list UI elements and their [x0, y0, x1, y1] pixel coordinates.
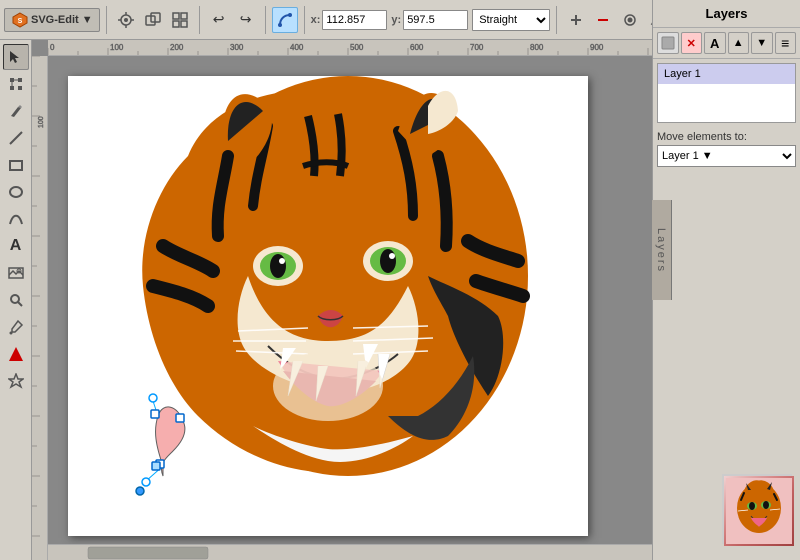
- thumbnail-image: [724, 476, 794, 546]
- eyedropper-tool-btn[interactable]: [3, 314, 29, 340]
- canvas-area: 0 100 200 300 400 500 600 700 800 900: [32, 40, 652, 560]
- thumbnail-svg: [726, 478, 792, 544]
- y-input[interactable]: [403, 10, 468, 30]
- ruler-left-svg: 100: [32, 56, 47, 560]
- x-label: x:: [311, 14, 321, 26]
- layer-move-down-btn[interactable]: ▼: [751, 32, 773, 54]
- toolbar-sep-5: [556, 6, 557, 34]
- svg-text:700: 700: [470, 43, 484, 52]
- right-panel: Layers ✕ A ▲ ▼ ≡ Layer 1 Move elements t…: [652, 0, 800, 560]
- tiger-artwork: [68, 76, 588, 536]
- move-elements-select[interactable]: Layer 1 ▼: [657, 145, 796, 167]
- layer-delete-btn[interactable]: ✕: [681, 32, 703, 54]
- toolbar-sep-2: [199, 6, 200, 34]
- path-tool-btn-left[interactable]: [3, 206, 29, 232]
- text-tool-btn[interactable]: A: [3, 233, 29, 259]
- rect-tool-btn[interactable]: [3, 152, 29, 178]
- horizontal-scrollbar[interactable]: [48, 544, 652, 560]
- ellipse-tool-btn[interactable]: [3, 179, 29, 205]
- x-input[interactable]: [322, 10, 387, 30]
- document-canvas[interactable]: [68, 76, 588, 536]
- canvas-viewport[interactable]: [48, 56, 652, 560]
- delete-node-btn[interactable]: [590, 7, 616, 33]
- app-logo[interactable]: S SVG-Edit ▼: [4, 8, 100, 32]
- app-title: SVG-Edit ▼: [31, 14, 93, 26]
- layer-menu-btn[interactable]: ≡: [775, 32, 797, 54]
- svg-text:100: 100: [110, 43, 124, 52]
- toolbar-sep-1: [106, 6, 107, 34]
- star-tool-btn[interactable]: [3, 368, 29, 394]
- select-tool-btn[interactable]: [3, 44, 29, 70]
- x-coord-field: x:: [311, 10, 388, 30]
- y-coord-field: y:: [391, 10, 468, 30]
- grid-btn[interactable]: [167, 7, 193, 33]
- layers-side-tab[interactable]: Layers: [652, 200, 672, 300]
- pencil-tool-btn[interactable]: [3, 98, 29, 124]
- move-elements-label: Move elements to:: [653, 127, 800, 145]
- ruler-left: 100: [32, 56, 48, 560]
- svg-text:0: 0: [50, 43, 55, 52]
- layer-move-up-btn[interactable]: ▲: [728, 32, 750, 54]
- svg-text:600: 600: [410, 43, 424, 52]
- layer-visibility-btn[interactable]: [657, 32, 679, 54]
- svg-text:100: 100: [38, 116, 45, 128]
- clone-btn[interactable]: [140, 7, 166, 33]
- add-node-btn[interactable]: [563, 7, 589, 33]
- layer-item-label: Layer 1: [664, 68, 701, 80]
- svg-text:900: 900: [590, 43, 604, 52]
- history-tools: ↩ ↪: [206, 7, 259, 33]
- node-edit-tool-btn[interactable]: [3, 71, 29, 97]
- image-tool-btn[interactable]: [3, 260, 29, 286]
- ruler-top: 0 100 200 300 400 500 600 700 800 900: [48, 40, 652, 56]
- svg-text:200: 200: [170, 43, 184, 52]
- svg-text:S: S: [18, 18, 23, 25]
- line-tool-btn[interactable]: [3, 125, 29, 151]
- y-label: y:: [391, 14, 401, 26]
- ruler-top-svg: 0 100 200 300 400 500 600 700 800 900: [48, 40, 652, 55]
- toolbar-sep-4: [304, 6, 305, 34]
- layers-toolbar: ✕ A ▲ ▼ ≡: [653, 28, 800, 59]
- undo-btn[interactable]: ↩: [206, 7, 232, 33]
- svg-edit-icon: S: [11, 11, 29, 29]
- svg-text:400: 400: [290, 43, 304, 52]
- layers-tab-label: Layers: [652, 223, 672, 276]
- transform-tools: [113, 7, 193, 33]
- layer-item[interactable]: Layer 1: [658, 64, 795, 84]
- zoom-tool-btn[interactable]: [3, 287, 29, 313]
- svg-text:300: 300: [230, 43, 244, 52]
- node-transform-btn[interactable]: [113, 7, 139, 33]
- svg-text:800: 800: [530, 43, 544, 52]
- layer-rename-btn[interactable]: A: [704, 32, 726, 54]
- layers-panel-title: Layers: [653, 0, 800, 28]
- redo-btn[interactable]: ↪: [233, 7, 259, 33]
- left-toolbar: A: [0, 40, 32, 560]
- path-tool-btn[interactable]: [272, 7, 298, 33]
- segment-type-select[interactable]: Straight Curve Smooth Symmetric: [472, 9, 550, 31]
- svg-text:500: 500: [350, 43, 364, 52]
- fill-tool-btn[interactable]: [3, 341, 29, 367]
- layer-list: Layer 1: [657, 63, 796, 123]
- text-icon: A: [10, 237, 22, 255]
- node-smooth-btn[interactable]: [617, 7, 643, 33]
- toolbar-sep-3: [265, 6, 266, 34]
- thumbnail-area: [722, 474, 792, 544]
